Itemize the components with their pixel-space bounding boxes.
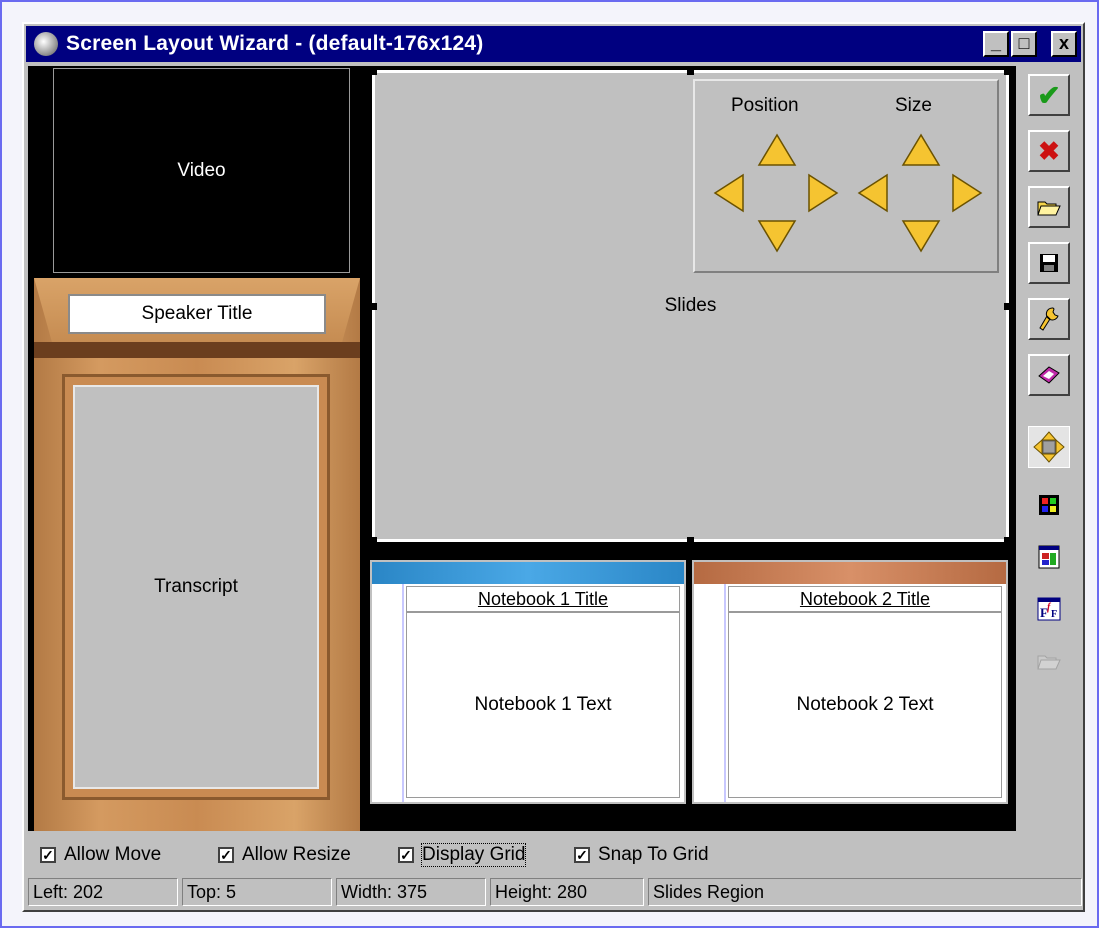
title-bar[interactable]: Screen Layout Wizard - (default-176x124)… bbox=[26, 26, 1081, 62]
display-grid-checkbox[interactable]: ✓ bbox=[398, 847, 414, 863]
layout-canvas[interactable]: Video Speaker Title Transcript Slides Po… bbox=[28, 66, 1016, 831]
resize-handle-ne[interactable] bbox=[1004, 68, 1011, 75]
notebook-1-title[interactable]: Notebook 1 Title bbox=[406, 586, 680, 612]
position-left-arrow-icon[interactable] bbox=[713, 173, 744, 213]
snap-to-grid-label[interactable]: Snap To Grid bbox=[598, 844, 709, 866]
screen-layout-wizard-window: Screen Layout Wizard - (default-176x124)… bbox=[22, 22, 1085, 912]
book-icon[interactable] bbox=[1028, 354, 1070, 396]
allow-resize-checkbox[interactable]: ✓ bbox=[218, 847, 234, 863]
notebook-2-region[interactable]: Notebook 2 Title Notebook 2 Text bbox=[692, 560, 1008, 804]
disabled-folder-icon bbox=[1028, 640, 1070, 682]
podium-inner: Transcript bbox=[62, 374, 330, 800]
snap-to-grid-option[interactable]: ✓ Snap To Grid bbox=[574, 844, 709, 866]
position-up-arrow-icon[interactable] bbox=[757, 133, 797, 166]
options-bar: ✓ Allow Move ✓ Allow Resize ✓ Display Gr… bbox=[28, 839, 1018, 873]
resize-handle-nw[interactable] bbox=[370, 68, 377, 75]
status-left: Left: 202 bbox=[28, 878, 178, 906]
position-right-arrow-icon[interactable] bbox=[808, 173, 839, 213]
video-region[interactable]: Video bbox=[53, 68, 350, 273]
notebook-2-header-bar bbox=[694, 562, 1006, 584]
allow-resize-option[interactable]: ✓ Allow Resize bbox=[218, 844, 351, 866]
notebook-1-text[interactable]: Notebook 1 Text bbox=[406, 612, 680, 798]
app-icon bbox=[34, 32, 58, 56]
podium-band bbox=[34, 342, 360, 358]
allow-move-checkbox[interactable]: ✓ bbox=[40, 847, 56, 863]
slides-region[interactable]: Slides Position Size bbox=[370, 68, 1011, 544]
size-up-arrow-icon[interactable] bbox=[901, 133, 941, 166]
resize-handle-n[interactable] bbox=[687, 68, 694, 75]
notebook-2-title[interactable]: Notebook 2 Title bbox=[728, 586, 1002, 612]
status-height: Height: 280 bbox=[490, 878, 644, 906]
close-button[interactable]: x bbox=[1051, 31, 1077, 57]
status-top: Top: 5 bbox=[182, 878, 332, 906]
status-width: Width: 375 bbox=[336, 878, 486, 906]
arrow-pad bbox=[713, 133, 983, 253]
window-title: Screen Layout Wizard - (default-176x124) bbox=[66, 32, 484, 55]
notebook-1-region[interactable]: Notebook 1 Title Notebook 1 Text bbox=[370, 560, 686, 804]
close-x-icon[interactable]: ✖ bbox=[1028, 130, 1070, 172]
resize-handle-sw[interactable] bbox=[370, 537, 377, 544]
resize-handle-w[interactable] bbox=[370, 303, 377, 310]
resize-handle-s[interactable] bbox=[687, 537, 694, 544]
window-layout-icon[interactable] bbox=[1028, 536, 1070, 578]
checkmark-icon[interactable]: ✔ bbox=[1028, 74, 1070, 116]
status-bar: Left: 202 Top: 5 Width: 375 Height: 280 … bbox=[28, 878, 1082, 906]
size-down-arrow-icon[interactable] bbox=[901, 220, 941, 253]
save-disk-icon[interactable] bbox=[1028, 242, 1070, 284]
position-down-arrow-icon[interactable] bbox=[757, 220, 797, 253]
maximize-button[interactable]: □ bbox=[1011, 31, 1037, 57]
allow-move-label[interactable]: Allow Move bbox=[64, 844, 161, 866]
position-size-panel: Position Size bbox=[693, 79, 999, 273]
allow-resize-label[interactable]: Allow Resize bbox=[242, 844, 351, 866]
slides-label: Slides bbox=[664, 295, 717, 316]
speaker-title-region[interactable]: Speaker Title bbox=[68, 294, 326, 334]
notebook-1-margin bbox=[402, 584, 404, 802]
resize-handle-e[interactable] bbox=[1004, 303, 1011, 310]
move-arrows-icon[interactable] bbox=[1028, 426, 1070, 468]
notebook-2-text[interactable]: Notebook 2 Text bbox=[728, 612, 1002, 798]
wrench-icon[interactable] bbox=[1028, 298, 1070, 340]
display-grid-option[interactable]: ✓ Display Grid bbox=[398, 843, 527, 867]
transcript-region[interactable]: Transcript bbox=[73, 385, 319, 789]
allow-move-option[interactable]: ✓ Allow Move bbox=[40, 844, 161, 866]
open-folder-icon[interactable] bbox=[1028, 186, 1070, 228]
svg-text:F: F bbox=[1051, 609, 1057, 620]
minimize-button[interactable]: _ bbox=[983, 31, 1009, 57]
size-left-arrow-icon[interactable] bbox=[857, 173, 888, 213]
color-grid-icon[interactable] bbox=[1028, 484, 1070, 526]
notebook-2-margin bbox=[724, 584, 726, 802]
font-icon[interactable]: FfF bbox=[1028, 588, 1070, 630]
snap-to-grid-checkbox[interactable]: ✓ bbox=[574, 847, 590, 863]
size-right-arrow-icon[interactable] bbox=[952, 173, 983, 213]
resize-handle-se[interactable] bbox=[1004, 537, 1011, 544]
status-region: Slides Region bbox=[648, 878, 1082, 906]
podium-region[interactable]: Speaker Title Transcript bbox=[34, 278, 360, 831]
display-grid-label[interactable]: Display Grid bbox=[420, 843, 527, 867]
notebook-1-header-bar bbox=[372, 562, 684, 584]
